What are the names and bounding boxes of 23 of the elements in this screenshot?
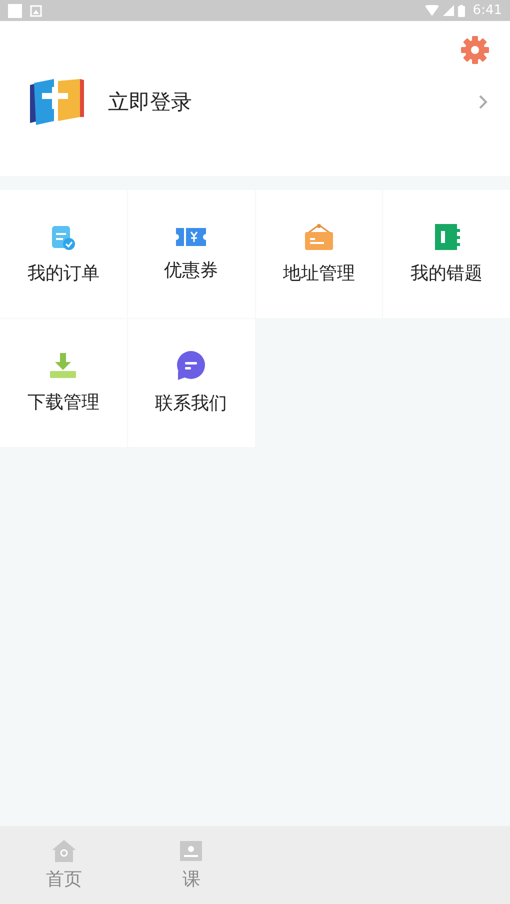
notebook-icon	[432, 223, 461, 251]
battery-icon	[458, 4, 465, 16]
menu-item[interactable]: 联系我们	[128, 319, 254, 447]
menu-item[interactable]: 下载管理	[0, 319, 127, 447]
signal-icon	[442, 5, 454, 16]
chevron-right-icon	[478, 94, 488, 110]
menu-item[interactable]: 优惠券	[128, 190, 254, 318]
menu-item[interactable]: 我的订单	[0, 190, 127, 318]
notification-icon	[8, 4, 22, 18]
hanging-sign-icon	[304, 223, 334, 251]
wifi-icon	[424, 5, 439, 16]
image-icon	[30, 4, 42, 16]
chat-bubble-icon	[176, 351, 206, 381]
ticket-icon	[176, 226, 206, 248]
login-label: 立即登录	[108, 89, 193, 116]
clipboard-check-icon	[50, 223, 76, 251]
settings-icon[interactable]	[460, 35, 490, 65]
image-icon	[178, 839, 204, 863]
menu-item[interactable]: 我的错题	[383, 190, 510, 318]
menu-item[interactable]: 地址管理	[256, 190, 382, 318]
book-logo-icon	[28, 77, 86, 127]
home-icon	[50, 839, 77, 863]
download-icon	[49, 352, 78, 380]
